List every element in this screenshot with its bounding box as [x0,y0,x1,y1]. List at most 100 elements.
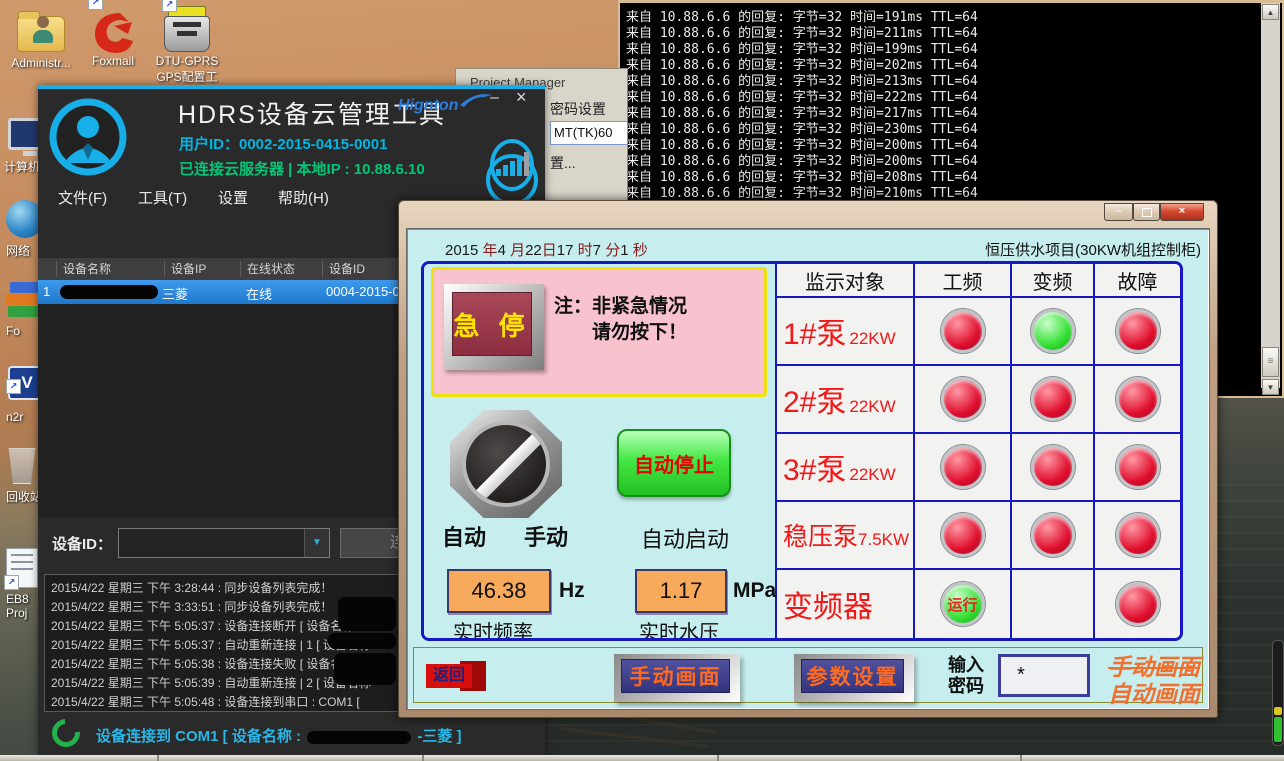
minimize-button[interactable]: – [490,89,499,107]
redacted-device-name [60,285,158,299]
pump1-power-freq-lamp [913,298,1010,366]
taskbar[interactable] [0,755,1284,761]
icon-label: Administr... [8,56,74,70]
taskbar-divider [157,755,159,761]
hmi-close-button[interactable]: × [1160,203,1204,221]
connection-spinner-icon [46,713,85,752]
shortcut-arrow-icon: ↗ [4,575,19,590]
pump3-label: 3#泵22KW [777,434,913,502]
hmi-left-panel: 急 停 注：非紧急情况 请勿按下！ 自动 手动 自动停止 自动启动 46.38 … [424,264,777,638]
shortcut-arrow-icon: ↗ [162,0,177,12]
hmi-maximize-button[interactable] [1133,203,1160,221]
close-button[interactable]: × [516,87,527,108]
auto-manual-knob[interactable] [450,410,562,518]
status-bar-text: 设备连接到 COM1 [ 设备名称 : -三菱 ] [96,725,462,746]
device-id-dropdown[interactable]: ▼ [118,528,330,558]
user-avatar-icon [48,97,128,177]
indicator-green-segment [1274,717,1282,742]
scrollbar-thumb[interactable]: ≡ [1262,347,1279,377]
taskbar-divider [717,755,719,761]
ghost-text-auto: 自动画面 [1108,675,1200,709]
signal-strength-icon [486,154,538,206]
auto-start-label: 自动启动 [641,522,729,554]
icon-label: DTU-GPRS [152,54,222,68]
monitor-table: 监示对象 工频 变频 故障 1#泵22KW 2#泵22KW 3#泵22KW 稳压… [777,264,1180,638]
pressure-unit: MPa [733,579,776,603]
frequency-label: 实时频率 [453,616,533,641]
device-id-label: 设备ID： [52,533,112,554]
emergency-stop-label: 急 停 [452,292,532,356]
header-fault: 故障 [1093,264,1180,298]
password-settings-label[interactable]: 密码设置 [550,99,606,119]
desktop-screen: Administr... ↗ Foxmail ↗ DTU-GPRS GPS配置工… [0,0,1284,761]
pressure-label: 实时水压 [639,616,719,641]
hmi-bottom-bar: 返回 手动画面 参数设置 输入 密码 * 手动画面 自动画面 [413,647,1203,703]
icon-label: Foxmail [82,54,144,68]
pump2-fault-lamp [1093,366,1180,434]
connection-status-text: 已连接云服务器 | 本地IP : 10.88.6.10 [179,158,425,179]
inverter-run-lamp: 运行 [913,570,1010,638]
shortcut-arrow-icon: ↗ [88,0,103,10]
password-input[interactable]: * [998,654,1090,697]
shortcut-arrow-icon: ↗ [6,379,21,394]
knob-label-manual: 手动 [524,520,568,552]
indicator-yellow-segment [1274,707,1282,715]
pressure-display: 1.17 [635,569,727,613]
param-settings-label: 参数设置 [801,659,904,693]
stabilizer-pump-label: 稳压泵7.5KW [777,502,913,570]
hmi-minimize-button[interactable]: – [1104,203,1133,221]
menu-tools[interactable]: 工具(T) [138,187,187,208]
inverter-empty-cell [1010,570,1093,638]
emergency-note: 注：非紧急情况 请勿按下！ [554,294,687,346]
stabilizer-fault-lamp [1093,502,1180,570]
pump2-power-freq-lamp [913,366,1010,434]
terminal-scrollbar[interactable]: ▲ ≡ ▼ [1261,3,1280,388]
menu-settings[interactable]: 设置 [218,187,248,208]
hmi-project-title: 恒压供水项目(30KW机组控制柜) [985,239,1201,260]
user-id-text: 用户ID：0002-2015-0415-0001 [179,133,387,154]
hignton-logo: Hignton [398,97,458,115]
param-settings-button[interactable]: 参数设置 [794,654,914,702]
header-monitor-object: 监示对象 [777,264,913,298]
col-online-status[interactable]: 在线状态 [240,261,327,277]
side-indicator-bar [1272,640,1284,746]
manual-screen-button[interactable]: 手动画面 [614,654,740,702]
desktop-icon-recycle-bin[interactable]: 回收站 [6,448,38,484]
stabilizer-power-freq-lamp [913,502,1010,570]
col-device-ip[interactable]: 设备IP [164,261,245,277]
project-field[interactable]: MT(TK)60 [550,121,628,145]
pump3-variable-freq-lamp [1010,434,1093,502]
emergency-stop-button[interactable]: 急 停 [444,284,544,370]
back-button[interactable]: 返回 [426,664,472,688]
desktop-icon-eb8-project[interactable]: ↗ EB8 Proj [6,548,38,588]
frequency-unit: Hz [559,579,585,603]
device-name-suffix: 三菱 [162,284,188,303]
redaction-blob [307,731,411,744]
hmi-datetime: 2015 年4 月22日17 时7 分1 秒 [445,239,648,260]
menu-file[interactable]: 文件(F) [58,187,107,208]
col-device-name[interactable]: 设备名称 [56,261,169,277]
knob-label-auto: 自动 [442,520,486,552]
scroll-down-button[interactable]: ▼ [1262,379,1279,395]
redaction-blob [328,633,396,649]
terminal-line: 来自 10.88.6.6 的回复: 字节=32 时间=210ms TTL=64 [626,182,978,201]
redaction-blob [334,653,396,685]
pump1-label: 1#泵22KW [777,298,913,366]
scroll-up-button[interactable]: ▲ [1262,4,1279,20]
device-status: 在线 [246,284,272,303]
pump1-variable-freq-lamp [1010,298,1093,366]
dtu-connector-body [164,16,210,52]
frequency-display: 46.38 [447,569,551,613]
dropdown-arrow-icon[interactable]: ▼ [304,529,329,557]
stabilizer-variable-freq-lamp [1010,502,1093,570]
inverter-fault-lamp [1093,570,1180,638]
header-power-frequency: 工频 [913,264,1010,298]
menu-help[interactable]: 帮助(H) [278,187,329,208]
redaction-blob [338,597,396,631]
auto-stop-button[interactable]: 自动停止 [617,429,731,497]
password-entry-label: 输入 密码 [948,655,984,697]
pump1-fault-lamp [1093,298,1180,366]
manual-screen-label: 手动画面 [621,659,730,693]
pump2-label: 2#泵22KW [777,366,913,434]
device-id-value: 0004-2015-05 [326,284,407,299]
